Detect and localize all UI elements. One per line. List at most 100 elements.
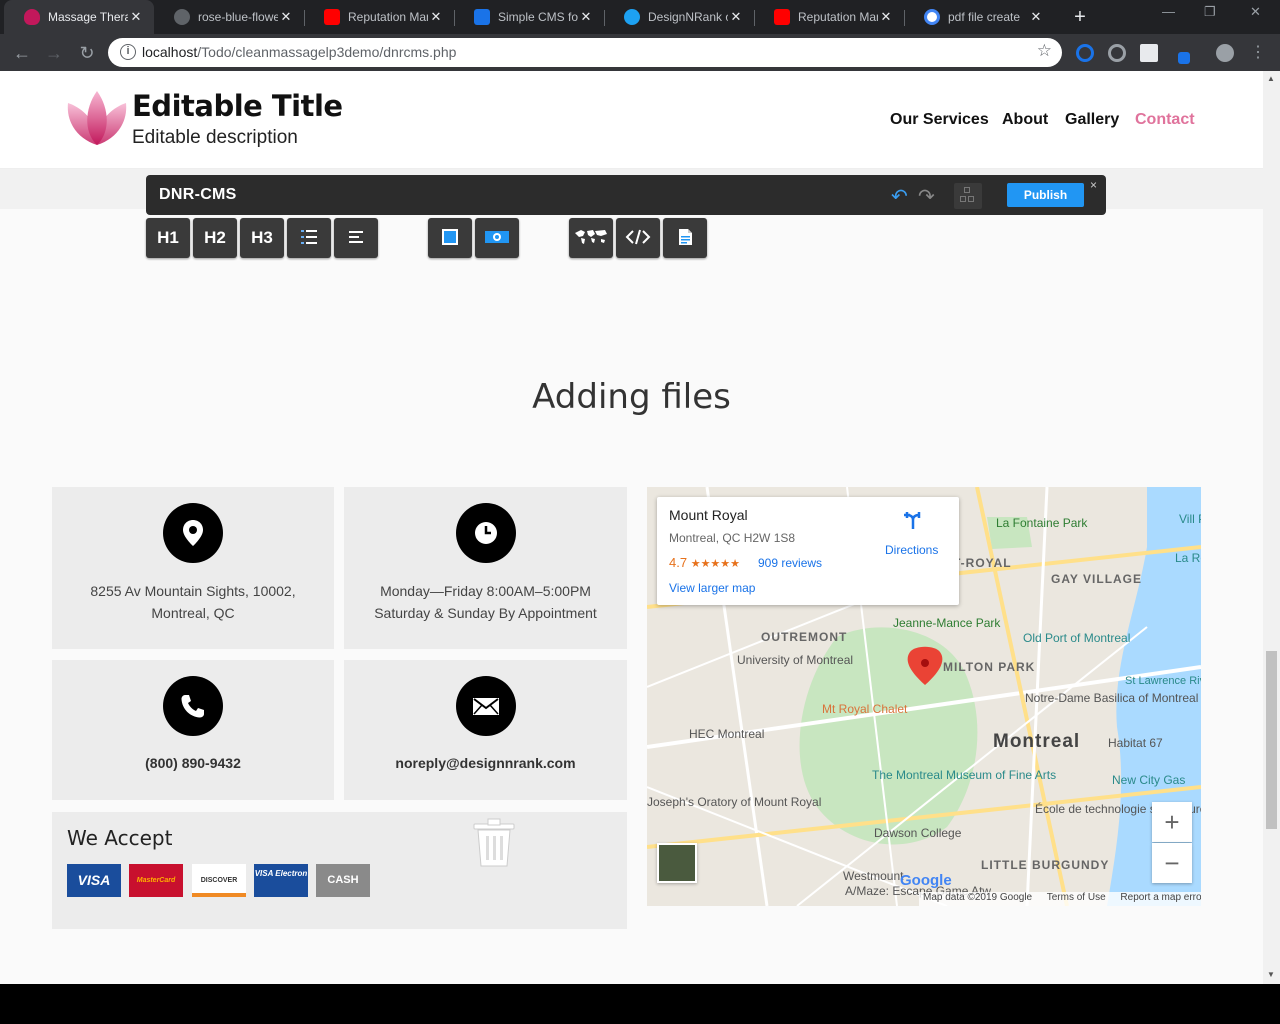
forward-icon[interactable]: → xyxy=(42,41,66,65)
hours-line-2: Saturday & Sunday By Appointment xyxy=(374,605,597,621)
trash-icon[interactable] xyxy=(472,818,516,868)
directions-link[interactable]: Directions xyxy=(885,543,938,557)
paragraph-icon xyxy=(349,231,363,243)
info-icon[interactable]: i xyxy=(120,44,136,60)
clock-icon xyxy=(455,503,516,563)
browser-tabstrip: Massage Therap ✕ rose-blue-flowe ✕ Reput… xyxy=(0,0,1280,34)
close-tab-icon[interactable]: ✕ xyxy=(278,9,294,25)
undo-icon[interactable]: ↶ xyxy=(891,184,908,209)
directions-icon[interactable] xyxy=(903,511,923,531)
zoom-out-button[interactable]: − xyxy=(1152,843,1192,883)
extension-icon[interactable] xyxy=(1140,44,1158,62)
google-map[interactable]: T-ROYAL La Fontaine Park Vill Pie La Ron… xyxy=(647,487,1201,906)
minimize-icon[interactable]: — xyxy=(1162,4,1175,19)
extension-icon[interactable] xyxy=(1178,52,1190,64)
map-button[interactable] xyxy=(569,218,613,258)
nav-gallery[interactable]: Gallery xyxy=(1065,111,1119,129)
phone-number[interactable]: (800) 890-9432 xyxy=(52,752,334,774)
new-tab-icon[interactable]: + xyxy=(1068,5,1092,29)
video-button[interactable] xyxy=(475,218,519,258)
map-label: École de technologie supérieure ETS xyxy=(1035,803,1201,816)
lotus-logo-icon xyxy=(67,91,127,145)
address-bar[interactable]: i localhost/Todo/cleanmassagelp3demo/dnr… xyxy=(108,38,1062,67)
tab-simple-cms[interactable]: Simple CMS for ✕ xyxy=(454,0,604,34)
tab-massage-therapy[interactable]: Massage Therap ✕ xyxy=(4,0,154,34)
section-heading[interactable]: Adding files xyxy=(0,377,1263,417)
file-button[interactable] xyxy=(663,218,707,258)
scroll-down-icon[interactable]: ▼ xyxy=(1267,970,1275,979)
report-map-error-link[interactable]: Report a map error xyxy=(1120,892,1201,903)
nav-contact[interactable]: Contact xyxy=(1135,111,1195,129)
site-description[interactable]: Editable description xyxy=(132,127,298,149)
map-label: La Fontaine Park xyxy=(996,516,1088,530)
page-scrollbar[interactable]: ▲ ▼ xyxy=(1263,71,1280,984)
tab-pdf-file[interactable]: pdf file create ✕ xyxy=(904,0,1054,34)
menu-kebab-icon[interactable]: ⋮ xyxy=(1246,41,1270,65)
address-line-2: Montreal, QC xyxy=(151,605,235,621)
scrollbar-thumb[interactable] xyxy=(1266,651,1277,829)
close-tab-icon[interactable]: ✕ xyxy=(128,9,144,25)
profile-avatar-icon[interactable] xyxy=(1216,44,1234,62)
lotus-favicon-icon xyxy=(24,9,40,25)
close-tab-icon[interactable]: ✕ xyxy=(878,9,894,25)
map-label: Joseph's Oratory of Mount Royal xyxy=(647,795,822,809)
image-icon xyxy=(442,229,458,245)
extension-icon[interactable] xyxy=(1076,44,1094,62)
envelope-icon xyxy=(455,676,516,736)
list-button[interactable] xyxy=(287,218,331,258)
code-button[interactable] xyxy=(616,218,660,258)
tab-designnrank[interactable]: DesignNRank o ✕ xyxy=(604,0,754,34)
map-label: Old Port of Montreal xyxy=(1023,631,1131,645)
address-line-1: 8255 Av Mountain Sights, 10002, xyxy=(90,583,296,599)
list-icon xyxy=(301,230,317,244)
reload-icon[interactable]: ↻ xyxy=(75,41,99,65)
nav-our-services[interactable]: Our Services xyxy=(890,111,989,129)
phone-icon xyxy=(163,676,223,736)
publish-button[interactable]: Publish xyxy=(1007,183,1084,207)
h3-button[interactable]: H3 xyxy=(240,218,284,258)
close-window-icon[interactable]: ✕ xyxy=(1250,4,1261,20)
close-tab-icon[interactable]: ✕ xyxy=(1028,9,1044,25)
redo-icon[interactable]: ↷ xyxy=(918,184,935,209)
hours-line-1: Monday—Friday 8:00AM–5:00PM xyxy=(380,583,591,599)
zoom-in-button[interactable]: + xyxy=(1152,802,1192,842)
map-label: Dawson College xyxy=(874,826,962,840)
twitter-favicon-icon xyxy=(624,9,640,25)
discover-card-icon: DISCOVER xyxy=(192,864,246,897)
close-tab-icon[interactable]: ✕ xyxy=(728,9,744,25)
bookmark-star-icon[interactable]: ☆ xyxy=(1037,41,1052,61)
file-icon xyxy=(679,229,692,245)
email-card: noreply@designnrank.com xyxy=(344,660,627,800)
map-label: Vill Pie xyxy=(1179,512,1201,526)
terms-of-use-link[interactable]: Terms of Use xyxy=(1047,892,1106,903)
back-icon[interactable]: ← xyxy=(10,41,34,65)
phone-card: (800) 890-9432 xyxy=(52,660,334,800)
image-button[interactable] xyxy=(428,218,472,258)
address-card: 8255 Av Mountain Sights, 10002, Montreal… xyxy=(52,487,334,649)
close-tab-icon[interactable]: ✕ xyxy=(428,9,444,25)
code-icon xyxy=(625,229,651,245)
tab-reputation-2[interactable]: Reputation Man ✕ xyxy=(754,0,904,34)
extension-icon[interactable] xyxy=(1108,44,1126,62)
map-label: HEC Montreal xyxy=(689,727,765,741)
layout-grid-icon[interactable] xyxy=(954,183,982,209)
cms-close-icon[interactable]: × xyxy=(1090,178,1097,192)
scroll-up-icon[interactable]: ▲ xyxy=(1267,74,1275,83)
email-address[interactable]: noreply@designnrank.com xyxy=(344,752,627,774)
close-tab-icon[interactable]: ✕ xyxy=(578,9,594,25)
tab-reputation-1[interactable]: Reputation Man ✕ xyxy=(304,0,454,34)
maximize-icon[interactable]: ❐ xyxy=(1204,4,1216,20)
map-label: T-ROYAL xyxy=(953,556,1012,570)
view-larger-map-link[interactable]: View larger map xyxy=(669,581,755,595)
h1-button[interactable]: H1 xyxy=(146,218,190,258)
tab-rose-blue-flower[interactable]: rose-blue-flowe ✕ xyxy=(154,0,304,34)
location-pin-icon xyxy=(163,503,223,563)
paragraph-button[interactable] xyxy=(334,218,378,258)
reviews-link[interactable]: 909 reviews xyxy=(758,556,822,570)
h2-button[interactable]: H2 xyxy=(193,218,237,258)
youtube-favicon-icon xyxy=(774,9,790,25)
payments-card: We Accept VISA MasterCard DISCOVER VISA … xyxy=(52,812,627,929)
nav-about[interactable]: About xyxy=(1002,111,1048,129)
site-title[interactable]: Editable Title xyxy=(132,89,343,123)
satellite-toggle[interactable] xyxy=(657,843,697,883)
